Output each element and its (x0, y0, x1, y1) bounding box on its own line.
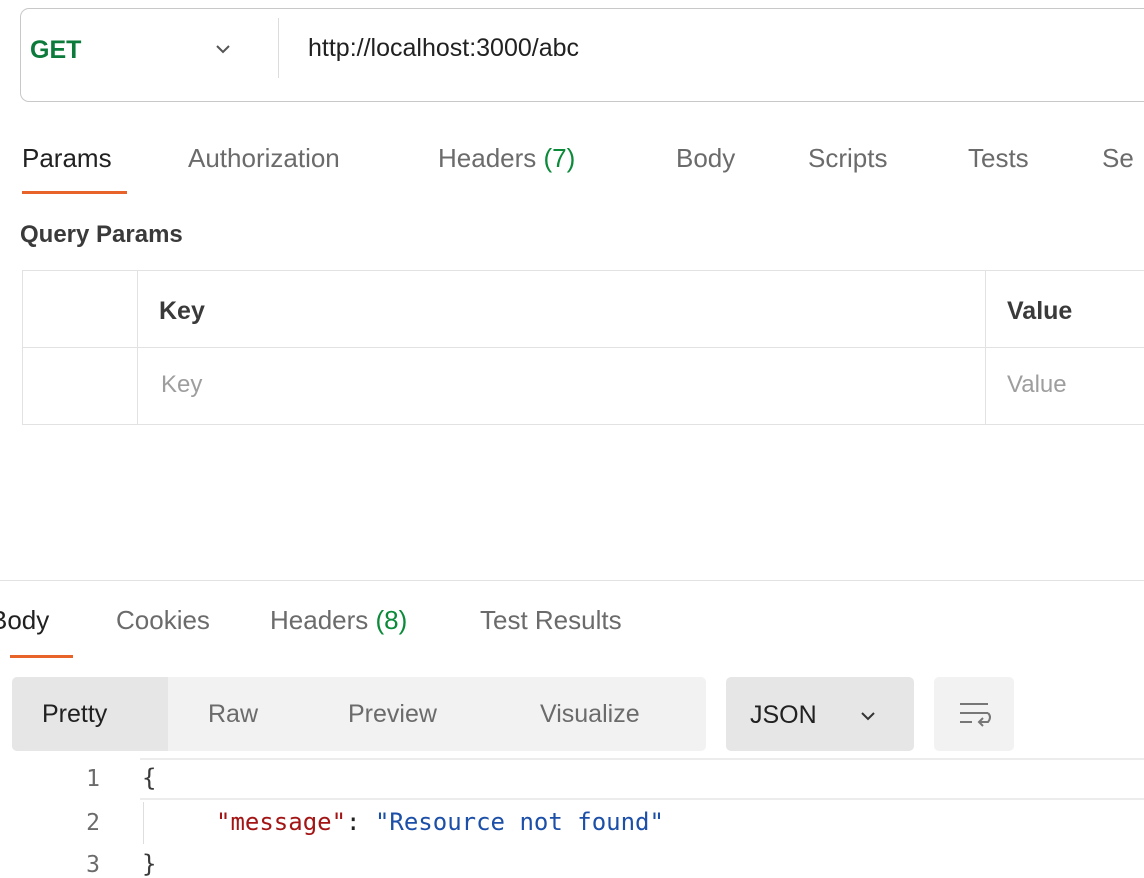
url-input[interactable] (308, 28, 1108, 68)
tab-settings[interactable]: Se (1102, 143, 1134, 174)
active-tab-indicator (22, 191, 127, 194)
method-divider (278, 18, 279, 78)
chevron-down-icon (861, 712, 875, 721)
json-colon: : (346, 808, 375, 836)
code-close-brace: } (142, 850, 157, 878)
key-input[interactable]: Key (161, 371, 202, 399)
tab-label: Test Results (480, 605, 622, 635)
line-number: 3 (86, 852, 100, 878)
column-header-value: Value (1007, 297, 1073, 325)
tab-tests[interactable]: Tests (968, 143, 1029, 174)
tab-body[interactable]: Body (676, 143, 735, 174)
line-number: 1 (86, 766, 100, 792)
tab-label: Authorization (188, 143, 340, 173)
tab-label: Se (1102, 143, 1134, 173)
json-string-value: "Resource not found" (374, 808, 664, 836)
response-tab-headers[interactable]: Headers (8) (270, 605, 407, 636)
headers-count-badge: (7) (543, 143, 576, 173)
line-number: 2 (86, 810, 100, 836)
tab-label: Cookies (116, 605, 210, 635)
view-visualize-button[interactable]: Visualize (540, 677, 640, 751)
headers-count-badge: (8) (375, 605, 408, 635)
tab-headers[interactable]: Headers (7) (438, 143, 575, 174)
tab-label: Scripts (808, 143, 888, 173)
column-header-key: Key (159, 297, 205, 325)
response-divider (0, 580, 1144, 581)
response-tab-body[interactable]: Body (0, 605, 49, 636)
row-divider (23, 347, 1144, 348)
tab-label: Body (676, 143, 736, 173)
chevron-down-icon[interactable] (212, 38, 234, 60)
response-tab-test-results[interactable]: Test Results (480, 605, 622, 636)
tab-authorization[interactable]: Authorization (188, 143, 340, 174)
view-pretty-button[interactable]: Pretty (42, 677, 107, 751)
tab-label: Headers (438, 143, 537, 173)
code-open-brace: { (142, 764, 157, 792)
wrap-lines-button[interactable] (934, 677, 1014, 751)
params-table: Key Value Key Value (22, 270, 1144, 425)
format-select[interactable]: JSON (726, 677, 914, 751)
json-key: "message" (216, 808, 347, 836)
indent-guide (143, 802, 144, 844)
active-tab-indicator (10, 655, 73, 658)
wrap-lines-icon (960, 703, 991, 727)
response-tab-cookies[interactable]: Cookies (116, 605, 210, 636)
method-select[interactable]: GET (30, 36, 81, 65)
tab-label: Params (22, 143, 112, 173)
query-params-title: Query Params (20, 221, 183, 248)
code-line-message: "message": "Resource not found" (216, 808, 664, 836)
tab-label: Tests (968, 143, 1029, 173)
format-select-value: JSON (750, 701, 817, 729)
tab-params[interactable]: Params (22, 143, 112, 174)
tab-label: Body (0, 605, 50, 635)
tab-label: Headers (270, 605, 369, 635)
value-input[interactable]: Value (1007, 371, 1067, 399)
view-preview-button[interactable]: Preview (348, 677, 437, 751)
tab-scripts[interactable]: Scripts (808, 143, 887, 174)
current-line-highlight (140, 758, 1144, 800)
view-raw-button[interactable]: Raw (208, 677, 258, 751)
